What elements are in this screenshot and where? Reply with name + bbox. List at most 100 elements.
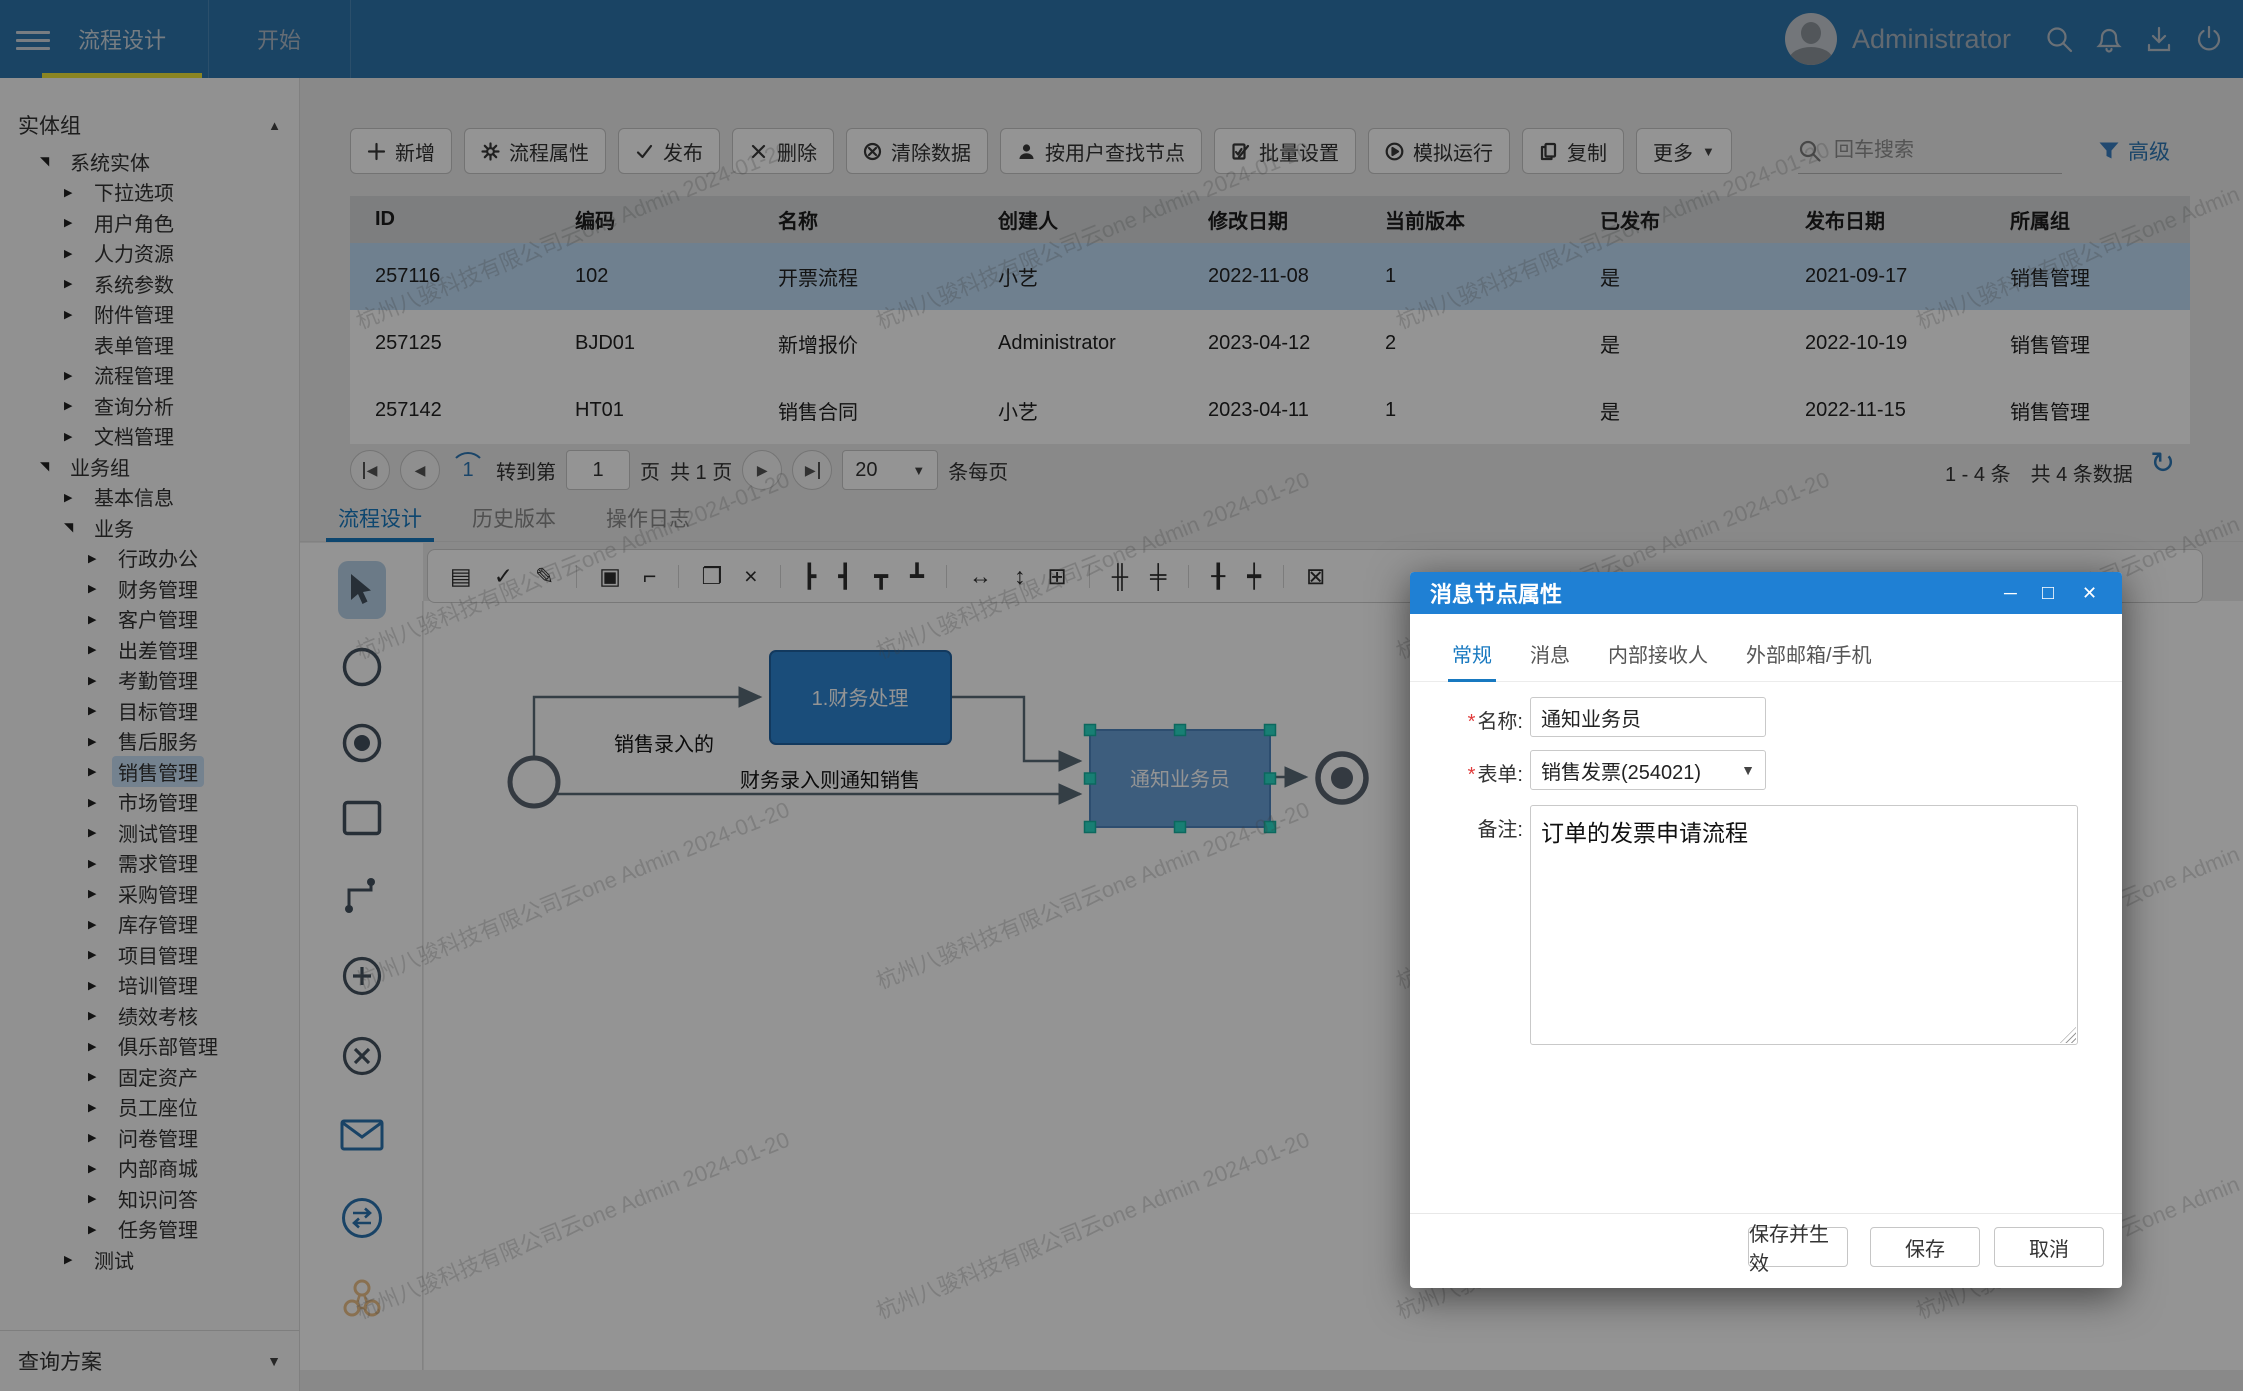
- tree-item[interactable]: 培训管理: [0, 970, 299, 1001]
- column-header[interactable]: 名称: [778, 205, 998, 234]
- same-width-icon[interactable]: ↔: [969, 565, 992, 588]
- tree-expand-icon[interactable]: [64, 398, 88, 412]
- minimize-icon[interactable]: [2004, 572, 2017, 614]
- save-button[interactable]: 保存: [1870, 1227, 1980, 1267]
- tree-expand-icon[interactable]: [64, 246, 88, 260]
- tree-item[interactable]: 查询分析: [0, 390, 299, 421]
- tree-item[interactable]: 用户角色: [0, 207, 299, 238]
- advanced-filter-button[interactable]: 高级: [2098, 136, 2170, 166]
- tree-item[interactable]: 内部商城: [0, 1153, 299, 1184]
- tree-expand-icon[interactable]: [88, 703, 112, 717]
- dialog-tab-external-email-phone[interactable]: 外部邮箱/手机: [1742, 625, 1876, 682]
- tree-item[interactable]: 俱乐部管理: [0, 1031, 299, 1062]
- v-center-icon[interactable]: ┿: [1247, 565, 1284, 588]
- h-center-icon[interactable]: ╂: [1211, 565, 1225, 588]
- tree-expand-icon[interactable]: [88, 673, 112, 687]
- share-node-tool[interactable]: [300, 1276, 423, 1320]
- tree-expand-icon[interactable]: [88, 1130, 112, 1144]
- collapse-up-icon[interactable]: ▲: [268, 118, 281, 133]
- tree-expand-icon[interactable]: [64, 1252, 88, 1266]
- align-left-icon[interactable]: ┣: [803, 565, 817, 588]
- copy-button[interactable]: 复制: [1522, 128, 1624, 174]
- tree-expand-icon[interactable]: [88, 1191, 112, 1205]
- tree-expand-icon[interactable]: [64, 520, 88, 534]
- column-header[interactable]: ID: [350, 208, 575, 231]
- tree-item[interactable]: 基本信息: [0, 482, 299, 513]
- search-icon[interactable]: [2044, 24, 2074, 54]
- column-header[interactable]: 发布日期: [1805, 205, 2010, 234]
- tree-expand-icon[interactable]: [88, 1161, 112, 1175]
- pointer-tool[interactable]: [300, 561, 423, 619]
- tree-item[interactable]: 目标管理: [0, 695, 299, 726]
- add-node-tool[interactable]: [300, 955, 423, 997]
- sidebar-footer-query-plan[interactable]: 查询方案 ▼: [0, 1330, 299, 1391]
- tree-item[interactable]: 销售管理: [0, 756, 299, 787]
- tree-expand-icon[interactable]: [88, 764, 112, 778]
- tree-expand-icon[interactable]: [88, 947, 112, 961]
- tree-item[interactable]: 系统实体: [0, 146, 299, 177]
- tree-expand-icon[interactable]: [88, 734, 112, 748]
- form-select[interactable]: 销售发票(254021) ▼: [1530, 750, 1766, 790]
- tree-item[interactable]: 问卷管理: [0, 1122, 299, 1153]
- save-icon[interactable]: ▤: [450, 565, 472, 588]
- align-top-icon[interactable]: ┳: [874, 565, 888, 588]
- message-node-tool[interactable]: [300, 1119, 423, 1151]
- topbar-tab-start[interactable]: 开始: [208, 0, 350, 78]
- tab-history-versions[interactable]: 历史版本: [460, 495, 568, 541]
- close-icon[interactable]: [2082, 572, 2097, 614]
- tree-item[interactable]: 市场管理: [0, 787, 299, 818]
- note-field[interactable]: 订单的发票申请流程: [1530, 805, 2078, 1045]
- gateway-node-tool[interactable]: [300, 1196, 423, 1240]
- tree-expand-icon[interactable]: [64, 215, 88, 229]
- tree-item[interactable]: 需求管理: [0, 848, 299, 879]
- tree-expand-icon[interactable]: [88, 856, 112, 870]
- prev-page-button[interactable]: [400, 450, 440, 490]
- tree-item[interactable]: 业务: [0, 512, 299, 543]
- tree-expand-icon[interactable]: [88, 1069, 112, 1083]
- v-distribute-icon[interactable]: ╪: [1150, 565, 1189, 588]
- dialog-tab-message[interactable]: 消息: [1526, 625, 1574, 682]
- tree-item[interactable]: 附件管理: [0, 299, 299, 330]
- table-row[interactable]: 257142 HT01 销售合同 小艺 2023-04-11 1 是 2022-…: [350, 377, 2190, 444]
- bell-icon[interactable]: [2094, 24, 2124, 54]
- process-properties-button[interactable]: 流程属性: [464, 128, 606, 174]
- same-size-icon[interactable]: ⊞: [1047, 565, 1089, 588]
- tab-operation-log[interactable]: 操作日志: [594, 495, 702, 541]
- tree-item[interactable]: 表单管理: [0, 329, 299, 360]
- more-button[interactable]: 更多 ▼: [1636, 128, 1732, 174]
- tree-item[interactable]: 业务组: [0, 451, 299, 482]
- tree-item[interactable]: 人力资源: [0, 238, 299, 269]
- tree-item[interactable]: 下拉选项: [0, 177, 299, 208]
- topbar-tab-process-design[interactable]: 流程设计: [36, 0, 208, 78]
- same-height-icon[interactable]: ↕: [1014, 565, 1026, 588]
- column-header[interactable]: 所属组: [2010, 205, 2190, 234]
- tree-expand-icon[interactable]: [40, 459, 64, 473]
- tree-item[interactable]: 客户管理: [0, 604, 299, 635]
- column-header[interactable]: 修改日期: [1208, 205, 1385, 234]
- first-page-button[interactable]: [350, 450, 390, 490]
- clear-data-button[interactable]: 清除数据: [846, 128, 988, 174]
- start-node-tool[interactable]: [300, 646, 423, 688]
- table-row[interactable]: 257125 BJD01 新增报价 Administrator 2023-04-…: [350, 310, 2190, 377]
- maximize-icon[interactable]: [2042, 572, 2054, 614]
- page-size-select[interactable]: 20 ▼: [842, 450, 938, 490]
- tree-expand-icon[interactable]: [88, 1008, 112, 1022]
- find-node-by-user-button[interactable]: 按用户查找节点: [1000, 128, 1202, 174]
- tree-expand-icon[interactable]: [88, 795, 112, 809]
- tree-expand-icon[interactable]: [88, 825, 112, 839]
- column-header[interactable]: 当前版本: [1385, 205, 1600, 234]
- column-header[interactable]: 已发布: [1600, 205, 1805, 234]
- table-row[interactable]: 257116 102 开票流程 小艺 2022-11-08 1 是 2021-0…: [350, 243, 2190, 310]
- tree-expand-icon[interactable]: [88, 612, 112, 626]
- publish-button[interactable]: 发布: [618, 128, 720, 174]
- tree-item[interactable]: 固定资产: [0, 1061, 299, 1092]
- tree-item[interactable]: 系统参数: [0, 268, 299, 299]
- refresh-icon[interactable]: ↻: [2150, 446, 2175, 481]
- edge-task-to-message[interactable]: [951, 697, 1080, 761]
- tree-expand-icon[interactable]: [88, 1100, 112, 1114]
- tree-expand-icon[interactable]: [88, 978, 112, 992]
- tree-item[interactable]: 文档管理: [0, 421, 299, 452]
- copy-node-icon[interactable]: ❐: [701, 565, 722, 588]
- delete-button[interactable]: 删除: [732, 128, 834, 174]
- batch-set-button[interactable]: 批量设置: [1214, 128, 1356, 174]
